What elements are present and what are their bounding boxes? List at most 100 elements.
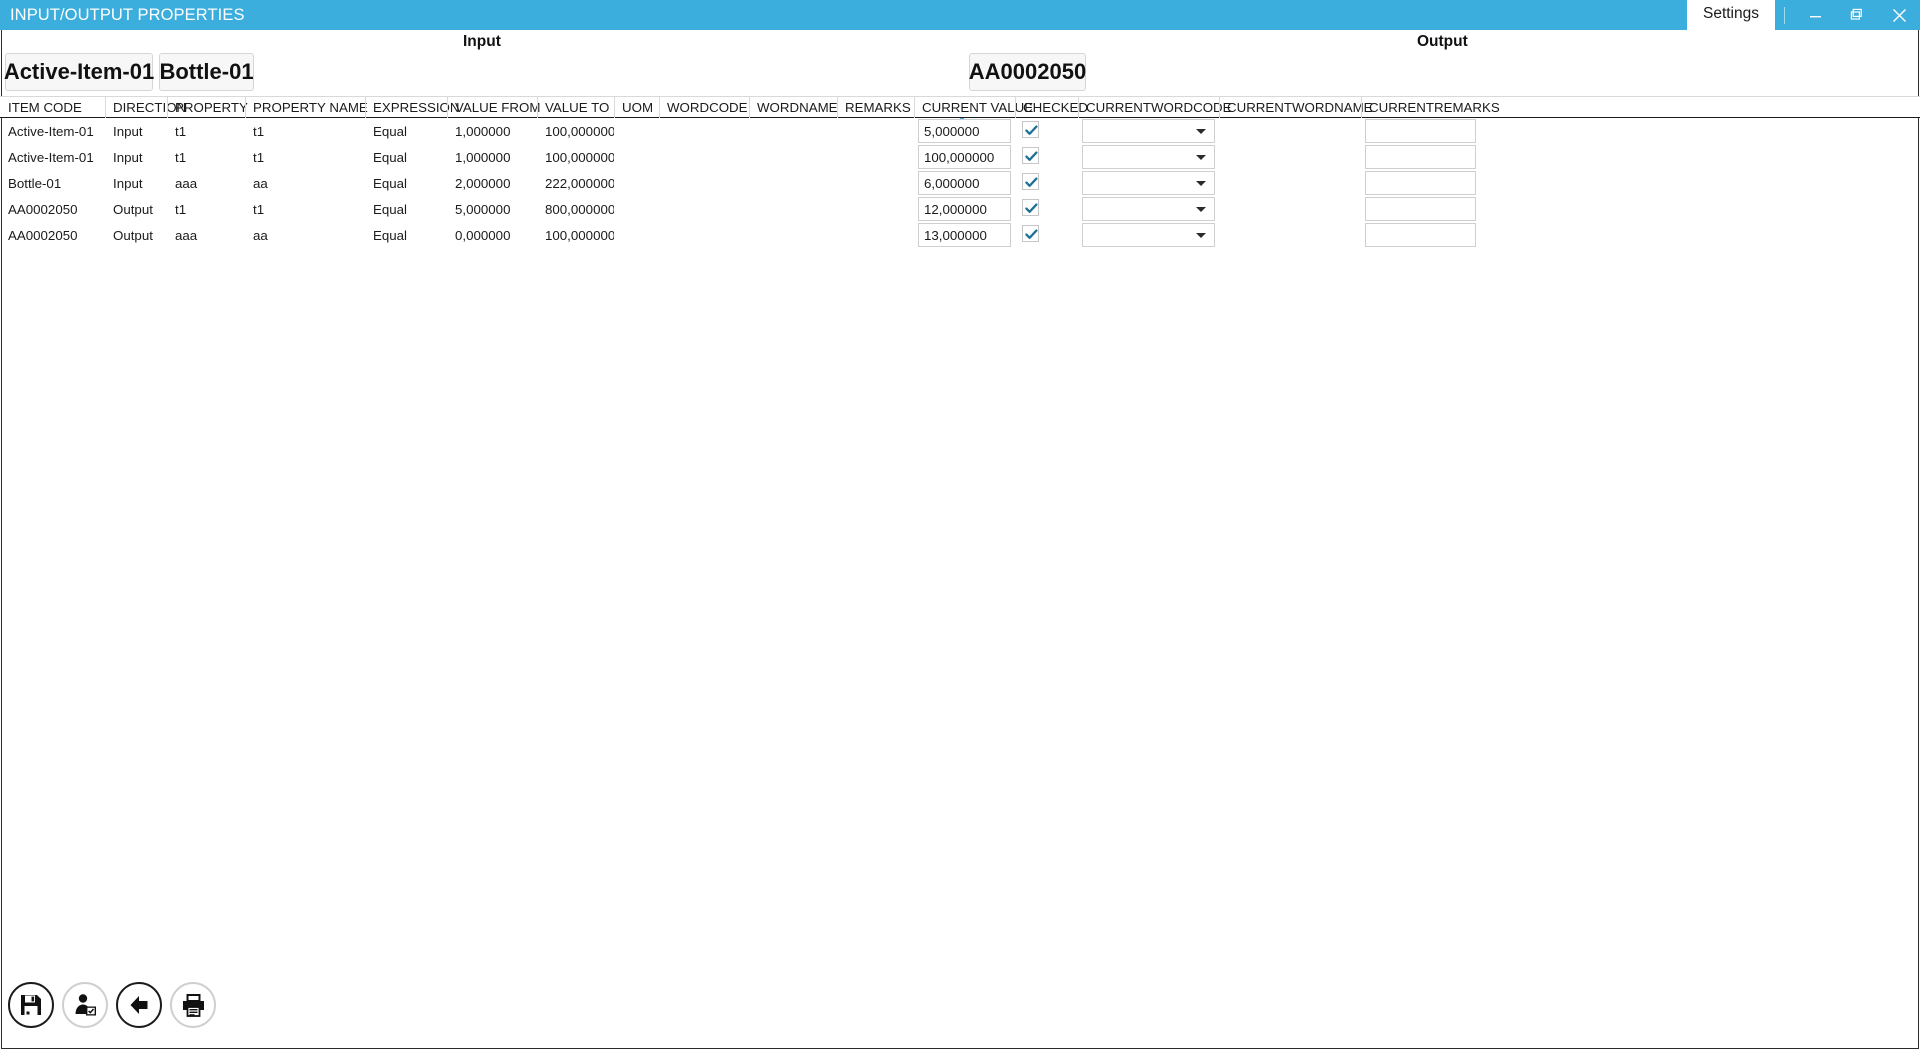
currentremarks-input[interactable]: [1365, 171, 1476, 195]
restore-icon: [1850, 8, 1864, 22]
window-controls-divider: [1784, 7, 1785, 24]
checkmark-icon: [1024, 201, 1039, 216]
minimize-icon: [1809, 9, 1822, 22]
column-header-currentwordcode[interactable]: CURRENTWORDCODE: [1078, 97, 1219, 118]
cell-expression: Equal: [365, 118, 447, 144]
cell-value-from: 0,000000: [447, 222, 537, 248]
cell-value-from: 5,000000: [447, 196, 537, 222]
cell-property-name: t1: [245, 196, 365, 222]
current-value-input[interactable]: 6,000000: [918, 171, 1011, 195]
current-value-input[interactable]: 13,000000: [918, 223, 1011, 247]
currentremarks-input[interactable]: [1365, 197, 1476, 221]
column-header-current-value[interactable]: CURRENT VALUE: [914, 97, 1015, 118]
column-header-currentremarks[interactable]: CURRENTREMARKS: [1361, 97, 1492, 118]
grid-body: Active-Item-01Inputt1t1Equal1,000000100,…: [0, 118, 1920, 248]
save-button[interactable]: [8, 982, 54, 1028]
checkbox-box: [1022, 173, 1039, 190]
table-row[interactable]: Bottle-01InputaaaaaEqual2,000000222,0000…: [0, 170, 1920, 196]
cell-remarks: [837, 118, 914, 144]
column-header-remarks[interactable]: REMARKS: [837, 97, 914, 118]
cell-value-to: 100,000000: [537, 144, 614, 170]
checkmark-icon: [1024, 227, 1039, 242]
cell-item-code: Active-Item-01: [0, 144, 105, 170]
cell-direction: Input: [105, 170, 167, 196]
checked-checkbox[interactable]: [1022, 173, 1040, 191]
back-arrow-icon: [126, 992, 152, 1018]
chevron-down-icon: [1196, 181, 1206, 186]
column-header-value-from[interactable]: VALUE FROM: [447, 97, 537, 118]
column-header-wordcode[interactable]: WORDCODE: [659, 97, 749, 118]
column-header-uom[interactable]: UOM: [614, 97, 659, 118]
currentwordcode-dropdown[interactable]: [1082, 119, 1215, 143]
current-value-input[interactable]: 100,000000: [918, 145, 1011, 169]
cell-remarks: [837, 196, 914, 222]
currentremarks-input[interactable]: [1365, 223, 1476, 247]
cell-item-code: AA0002050: [0, 196, 105, 222]
section-labels-row: Input Output: [0, 30, 1920, 52]
column-header-checked[interactable]: CHECKED: [1015, 97, 1078, 118]
cell-uom: [614, 144, 659, 170]
assign-user-button[interactable]: [62, 982, 108, 1028]
column-header-item-code[interactable]: ITEM CODE: [0, 97, 105, 118]
close-icon: [1892, 8, 1907, 23]
minimize-button[interactable]: [1794, 0, 1836, 30]
currentwordcode-dropdown[interactable]: [1082, 145, 1215, 169]
cell-wordcode: [659, 118, 749, 144]
table-row[interactable]: AA0002050OutputaaaaaEqual0,000000100,000…: [0, 222, 1920, 248]
cell-property-name: t1: [245, 118, 365, 144]
checked-checkbox[interactable]: [1022, 225, 1040, 243]
cell-property-name: aa: [245, 222, 365, 248]
chevron-down-icon: [1196, 155, 1206, 160]
checked-checkbox[interactable]: [1022, 199, 1040, 217]
cell-uom: [614, 196, 659, 222]
item-button-active-item-01[interactable]: Active-Item-01: [5, 53, 153, 91]
cell-value-from: 1,000000: [447, 118, 537, 144]
cell-direction: Output: [105, 222, 167, 248]
print-button[interactable]: [170, 982, 216, 1028]
cell-wordcode: [659, 196, 749, 222]
column-header-property-name[interactable]: PROPERTY NAME: [245, 97, 365, 118]
column-header-wordname[interactable]: WORDNAME: [749, 97, 837, 118]
checked-checkbox[interactable]: [1022, 121, 1040, 139]
checkbox-box: [1022, 225, 1039, 242]
cell-uom: [614, 118, 659, 144]
column-header-value-to[interactable]: VALUE TO: [537, 97, 614, 118]
checkbox-box: [1022, 121, 1039, 138]
back-button[interactable]: [116, 982, 162, 1028]
column-header-direction[interactable]: DIRECTION: [105, 97, 167, 118]
table-row[interactable]: AA0002050Outputt1t1Equal5,000000800,0000…: [0, 196, 1920, 222]
table-row[interactable]: Active-Item-01Inputt1t1Equal1,000000100,…: [0, 118, 1920, 144]
table-row[interactable]: Active-Item-01Inputt1t1Equal1,000000100,…: [0, 144, 1920, 170]
cell-value-to: 222,000000: [537, 170, 614, 196]
currentwordcode-dropdown[interactable]: [1082, 223, 1215, 247]
current-value-input[interactable]: 5,000000: [918, 119, 1011, 143]
checkmark-icon: [1024, 123, 1039, 138]
column-header-expression[interactable]: EXPRESSION: [365, 97, 447, 118]
currentwordcode-dropdown[interactable]: [1082, 171, 1215, 195]
cell-wordcode: [659, 144, 749, 170]
currentwordcode-dropdown[interactable]: [1082, 197, 1215, 221]
current-value-input[interactable]: 12,000000: [918, 197, 1011, 221]
checkbox-box: [1022, 199, 1039, 216]
item-button-aa0002050[interactable]: AA0002050: [969, 53, 1086, 91]
cell-property: t1: [167, 196, 245, 222]
cell-property: t1: [167, 118, 245, 144]
cell-remarks: [837, 144, 914, 170]
close-button[interactable]: [1878, 0, 1920, 30]
currentremarks-input[interactable]: [1365, 119, 1476, 143]
chevron-down-icon: [1196, 129, 1206, 134]
checked-checkbox[interactable]: [1022, 147, 1040, 165]
item-buttons-row: Active-Item-01 Bottle-01 AA0002050: [0, 52, 1920, 96]
column-header-property[interactable]: PROPERTY: [167, 97, 245, 118]
cell-wordname: [749, 118, 837, 144]
currentremarks-input[interactable]: [1365, 145, 1476, 169]
settings-tab[interactable]: Settings: [1687, 0, 1775, 30]
cell-wordcode: [659, 222, 749, 248]
cell-uom: [614, 170, 659, 196]
cell-item-code: AA0002050: [0, 222, 105, 248]
column-header-currentwordname[interactable]: CURRENTWORDNAME: [1219, 97, 1361, 118]
item-button-bottle-01[interactable]: Bottle-01: [159, 53, 254, 91]
maximize-restore-button[interactable]: [1836, 0, 1878, 30]
cell-value-to: 100,000000: [537, 222, 614, 248]
cell-property-name: t1: [245, 144, 365, 170]
